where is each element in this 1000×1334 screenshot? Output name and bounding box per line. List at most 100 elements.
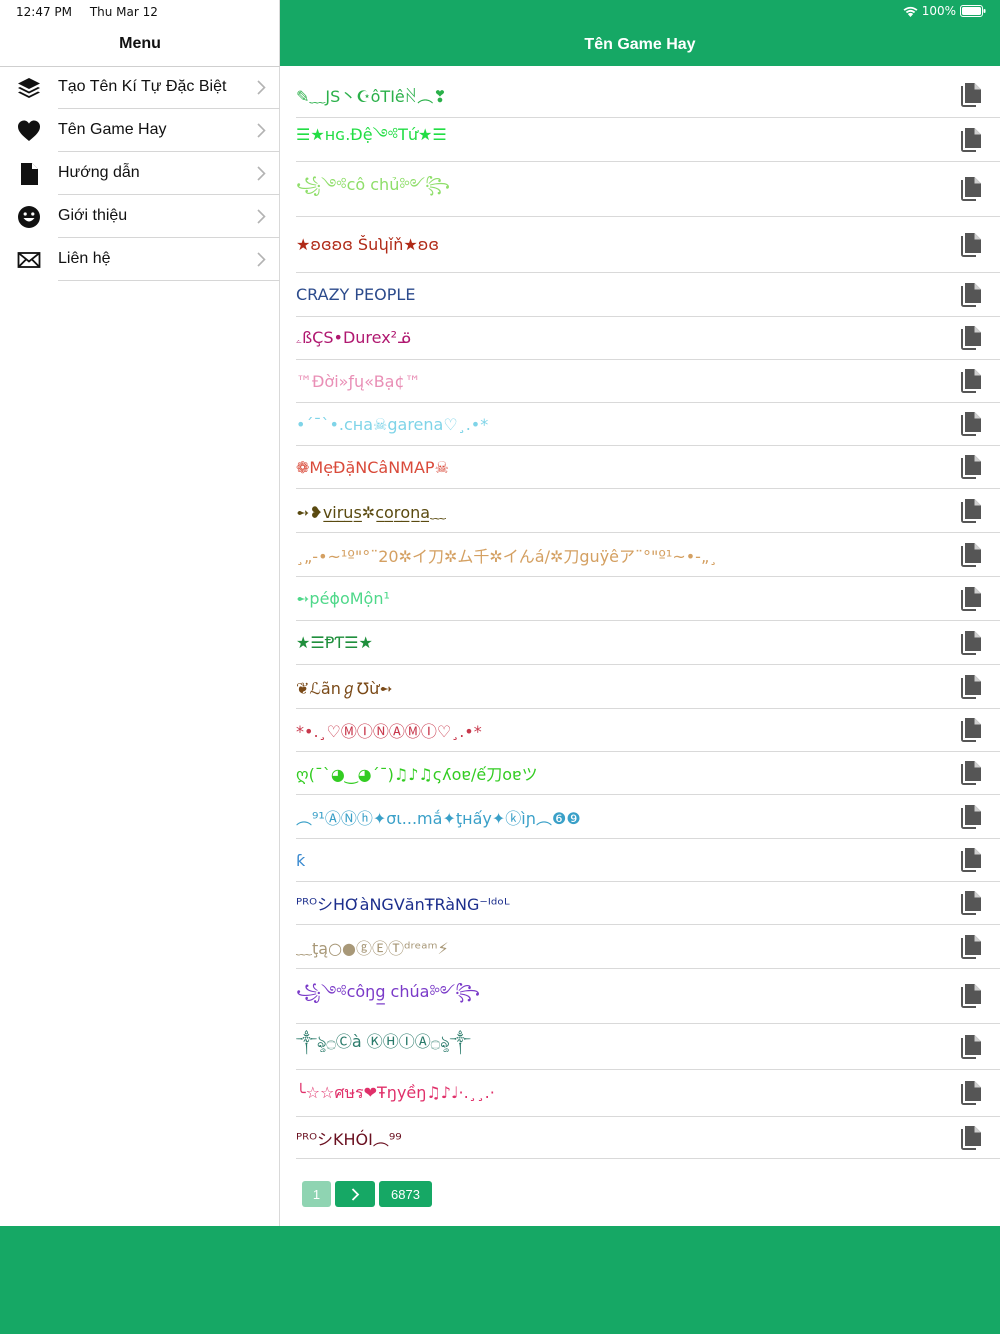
game-name-text: ★ʚɞʚɞ Šuʮǐň★ʚɞ [296, 235, 439, 254]
game-name-text: *•.¸♡ⓂⒾⓃⒶⓂⒾ♡¸.•* [296, 722, 482, 741]
menu-list: Tạo Tên Kí Tự Đặc Biệt Tên Game Hay Hướn… [0, 66, 280, 281]
heart-icon [18, 120, 40, 141]
list-item: ❦ℒãnℊ℧ừ➻ [296, 665, 1000, 709]
status-time: 12:47 PM [16, 5, 72, 19]
game-name-text: ꧁༺cô chủ༻꧂ [296, 174, 450, 194]
copy-icon[interactable] [960, 1034, 982, 1060]
menu-item-contact[interactable]: Liên hệ [0, 238, 280, 281]
last-page-button[interactable]: 6873 [379, 1181, 432, 1207]
menu-item-game-names[interactable]: Tên Game Hay [0, 109, 280, 152]
game-name-text: ™Đời»ƒų«Bạ¢™ [296, 371, 421, 391]
list-item: ™Đời»ƒų«Bạ¢™ [296, 360, 1000, 403]
list-item: ★ʚɞʚɞ Šuʮǐň★ʚɞ [296, 217, 1000, 273]
chevron-right-icon [257, 123, 266, 138]
menu-item-label: Tên Game Hay [58, 121, 167, 138]
game-name-text: ᴾᴿᴼシHƠàNGVănŦRàNG⁻ᴵᵈᵒᴸ [296, 895, 510, 914]
next-page-button[interactable] [335, 1181, 375, 1207]
list-item: ★☰ⱣƬ☰★ [296, 621, 1000, 665]
copy-icon[interactable] [960, 498, 982, 524]
list-item: ꧁༺côŋg̲̲ chúa༻꧂ [296, 969, 1000, 1024]
menu-title: Menu [119, 35, 161, 52]
list-item: ︵⁹¹ⒶⓃⓗ✦σι...mắ✦ţʜấy✦ⓚìɲ︵❻❾ [296, 795, 1000, 839]
status-bar-left: 12:47 PM Thu Mar 12 [16, 5, 158, 19]
document-icon [21, 163, 38, 185]
menu-item-about[interactable]: Giới thiệu [0, 195, 280, 238]
game-name-text: ➻péɸoMộn¹ [296, 589, 390, 608]
game-name-text: •´¯`•.cʜa☠garena♡¸.•* [296, 414, 489, 434]
list-item: ¸„-•~¹º"°¨20✲イ刀✲ム千✲イんá/✲刀guÿêア¨°"º¹~•-„¸ [296, 533, 1000, 577]
layers-icon [18, 78, 40, 98]
game-name-text: ﹏ţą○●ⓖⒺⓉᵈʳᵉᵃᵐ⚡ [296, 938, 449, 958]
status-date: Thu Mar 12 [89, 5, 158, 19]
game-name-text: ❁MẹĐặNCâNMAP☠ [296, 457, 449, 477]
smiley-icon [18, 206, 40, 228]
copy-icon[interactable] [960, 1125, 982, 1151]
list-item: ᴾᴿᴼシHƠàNGVănŦRàNG⁻ᴵᵈᵒᴸ [296, 882, 1000, 925]
copy-icon[interactable] [960, 847, 982, 873]
copy-icon[interactable] [960, 127, 982, 153]
page-button-current[interactable]: 1 [302, 1181, 331, 1207]
menu-item-label: Tạo Tên Kí Tự Đặc Biệt [58, 78, 227, 95]
list-item: •´¯`•.cʜa☠garena♡¸.•* [296, 403, 1000, 446]
name-list: ✎﹏JS丶☪ôTIêꋊ︵❣ ☰★ʜɢ.Đệ༺Tứ★☰ ꧁༺cô chủ༻꧂ ★ʚ… [296, 72, 1000, 1159]
page-title: Tên Game Hay [584, 36, 696, 53]
copy-icon[interactable] [960, 674, 982, 700]
copy-icon[interactable] [960, 454, 982, 480]
copy-icon[interactable] [960, 630, 982, 656]
copy-icon[interactable] [960, 983, 982, 1009]
game-name-text: ╰☆☆ศษร❤Ŧŋyềŋ♫♪♩·.¸¸.· [296, 1082, 495, 1102]
menu-item-label: Hướng dẫn [58, 164, 140, 181]
copy-icon[interactable] [960, 411, 982, 437]
game-name-text: ༒ৡ۝Ⓒà ⓀⒽⒾⒶ۝ৡ༒ [296, 1032, 471, 1051]
menu-item-label: Giới thiệu [58, 207, 128, 224]
list-item: ༒ৡ۝Ⓒà ⓀⒽⒾⒶ۝ৡ༒ [296, 1024, 1000, 1070]
copy-icon[interactable] [960, 176, 982, 202]
copy-icon[interactable] [960, 804, 982, 830]
game-name-text: CRAZY PEOPLE [296, 285, 416, 304]
menu-separator [58, 280, 280, 281]
copy-icon[interactable] [960, 368, 982, 394]
copy-icon[interactable] [960, 82, 982, 108]
game-name-text: ︵⁹¹ⒶⓃⓗ✦σι...mắ✦ţʜấy✦ⓚìɲ︵❻❾ [296, 808, 581, 828]
battery-icon [960, 5, 986, 17]
status-bar-right: 100% [903, 4, 986, 18]
game-name-text: ¸„-•~¹º"°¨20✲イ刀✲ム千✲イんá/✲刀guÿêア¨°"º¹~•-„¸ [296, 546, 718, 566]
list-item: *•.¸♡ⓂⒾⓃⒶⓂⒾ♡¸.•* [296, 709, 1000, 752]
copy-icon[interactable] [960, 282, 982, 308]
list-item: ➻❥v̲i̲r̲u̲s̲✲c̲o̲r̲o̲n̲a̲﹏ [296, 489, 1000, 533]
chevron-right-icon [351, 1187, 359, 1201]
copy-icon[interactable] [960, 1080, 982, 1106]
list-item: CRAZY PEOPLE [296, 273, 1000, 317]
copy-icon[interactable] [960, 325, 982, 351]
copy-icon[interactable] [960, 542, 982, 568]
copy-icon[interactable] [960, 232, 982, 258]
copy-icon[interactable] [960, 890, 982, 916]
game-name-text: ღ(¯`◕‿◕´¯)♫♪♫ςʎoɐ/ế刀oɐツ [296, 765, 538, 784]
copy-icon[interactable] [960, 717, 982, 743]
list-item: ➻péɸoMộn¹ [296, 577, 1000, 621]
menu-item-label: Liên hệ [58, 250, 111, 267]
menu-item-guide[interactable]: Hướng dẫn [0, 152, 280, 195]
list-item: ᴾᴿᴼシKHÓI︵⁹⁹ [296, 1117, 1000, 1159]
list-item: ╰☆☆ศษร❤Ŧŋyềŋ♫♪♩·.¸¸.· [296, 1070, 1000, 1117]
nav-bar: 100% Tên Game Hay [280, 0, 1000, 66]
app-root: 12:47 PM Thu Mar 12 Menu Tạo Tên Kí Tự Đ… [0, 0, 1000, 1334]
bottom-bar [0, 1226, 1000, 1334]
list-item: ✎﹏JS丶☪ôTIêꋊ︵❣ [296, 72, 1000, 118]
game-name-text: ۦßÇS•Durex²ᓆ [296, 328, 411, 347]
wifi-icon [903, 6, 918, 17]
list-item: ۦßÇS•Durex²ᓆ [296, 317, 1000, 360]
copy-icon[interactable] [960, 934, 982, 960]
list-item: ꧁༺cô chủ༻꧂ [296, 162, 1000, 217]
battery-percent: 100% [921, 4, 956, 18]
menu-item-create-name[interactable]: Tạo Tên Kí Tự Đặc Biệt [0, 66, 280, 109]
list-item: ☰★ʜɢ.Đệ༺Tứ★☰ [296, 118, 1000, 162]
list-item: ﹏ţą○●ⓖⒺⓉᵈʳᵉᵃᵐ⚡ [296, 925, 1000, 969]
menu-panel: 12:47 PM Thu Mar 12 Menu Tạo Tên Kí Tự Đ… [0, 0, 280, 1226]
game-name-text: ❦ℒãnℊ℧ừ➻ [296, 678, 393, 698]
game-name-text: ꧁༺côŋg̲̲ chúa༻꧂ [296, 981, 481, 1001]
copy-icon[interactable] [960, 586, 982, 612]
game-name-text: ᴾᴿᴼシKHÓI︵⁹⁹ [296, 1129, 402, 1149]
chevron-right-icon [257, 209, 266, 224]
copy-icon[interactable] [960, 760, 982, 786]
